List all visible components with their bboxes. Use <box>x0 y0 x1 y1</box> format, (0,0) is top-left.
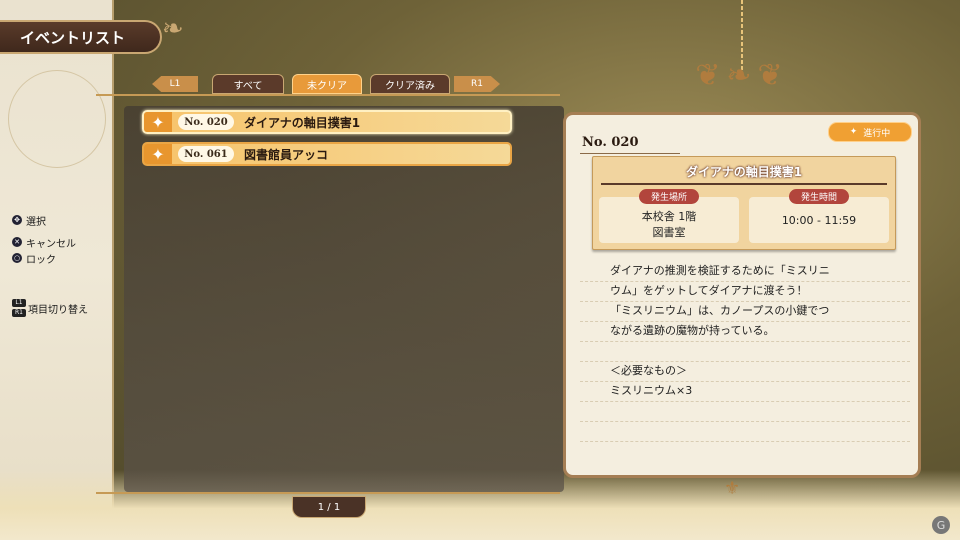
event-name: ダイアナの軸目撲害1 <box>244 115 361 130</box>
star-icon: ✦ <box>144 144 172 164</box>
panel-bottom-ornament-icon: ⚜ <box>724 478 741 499</box>
cross-button-icon: ✕ <box>12 237 22 247</box>
r1-button[interactable]: R1 <box>454 76 500 92</box>
stick-icon: ✥ <box>12 215 22 225</box>
control-lock: ○ ロック <box>12 250 88 266</box>
circle-button-icon: ○ <box>12 253 22 263</box>
event-name: 図書館員アッコ <box>244 147 329 162</box>
controls-legend: ✥ 選択 ✕ キャンセル ○ ロック L1 R1 項目切り替え <box>12 212 88 318</box>
star-icon: ✦ <box>849 127 858 137</box>
l1-r1-icon: L1 R1 <box>12 298 26 318</box>
list-item[interactable]: ✦ No. 061 図書館員アッコ <box>142 142 512 166</box>
event-info-card: ダイアナの軸目撲害1 発生場所 本校舎 1階 図書室 発生時間 10:00 - … <box>592 156 896 250</box>
ruled-line <box>580 421 910 422</box>
detail-number-underline <box>580 153 680 154</box>
tab-divider <box>96 94 560 96</box>
ruled-line <box>580 441 910 442</box>
event-title: ダイアナの軸目撲害1 <box>685 165 803 179</box>
status-badge: ✦ 進行中 <box>828 122 912 142</box>
time-value: 10:00 - 11:59 <box>781 214 857 227</box>
title-divider <box>601 183 887 185</box>
requirements-header: ＜必要なもの＞ <box>610 364 687 377</box>
time-label: 発生時間 <box>788 189 850 204</box>
page-title: イベントリスト <box>0 20 162 54</box>
place-box: 発生場所 本校舎 1階 図書室 <box>599 189 739 243</box>
detail-number: No. 020 <box>582 135 639 150</box>
control-label: ロック <box>26 254 56 266</box>
ruled-line <box>580 401 910 402</box>
title-ornament-icon: ❧ <box>162 14 184 44</box>
tab-all[interactable]: すべて <box>212 74 284 94</box>
list-bottom-divider <box>96 492 560 494</box>
tab-uncleared[interactable]: 未クリア <box>292 74 362 94</box>
panel-ornament-icon: ❦❧❦ <box>695 58 789 93</box>
status-label: 進行中 <box>863 128 891 139</box>
place-value: 本校舎 1階 図書室 <box>641 210 697 239</box>
watermark-logo-icon: G <box>932 516 950 534</box>
requirement-item: ミスリニウム×3 <box>610 384 693 397</box>
control-label: キャンセル <box>26 238 76 250</box>
list-item[interactable]: ✦ No. 020 ダイアナの軸目撲害1 <box>142 110 512 134</box>
star-icon: ✦ <box>144 112 172 132</box>
place-label: 発生場所 <box>638 189 700 204</box>
l1-button[interactable]: L1 <box>152 76 198 92</box>
time-box: 発生時間 10:00 - 11:59 <box>749 189 889 243</box>
control-cancel: ✕ キャンセル <box>12 234 88 250</box>
event-detail-panel: No. 020 ✦ 進行中 ダイアナの軸目撲害1 発生場所 本校舎 1階 図書室… <box>563 112 921 478</box>
control-label: 選択 <box>26 216 46 228</box>
event-number: No. 020 <box>178 114 234 130</box>
event-description: ダイアナの推測を検証するために「ミスリニ ウム」をゲットしてダイアナに渡そう！ … <box>610 261 890 401</box>
control-switch: L1 R1 項目切り替え <box>12 298 88 318</box>
tab-bar: L1 すべて 未クリア クリア済み R1 <box>96 74 560 98</box>
tab-cleared[interactable]: クリア済み <box>370 74 450 94</box>
control-select: ✥ 選択 <box>12 212 88 228</box>
control-label: 項目切り替え <box>28 304 88 316</box>
event-number: No. 061 <box>178 146 234 162</box>
page-indicator: 1 / 1 <box>292 496 366 518</box>
